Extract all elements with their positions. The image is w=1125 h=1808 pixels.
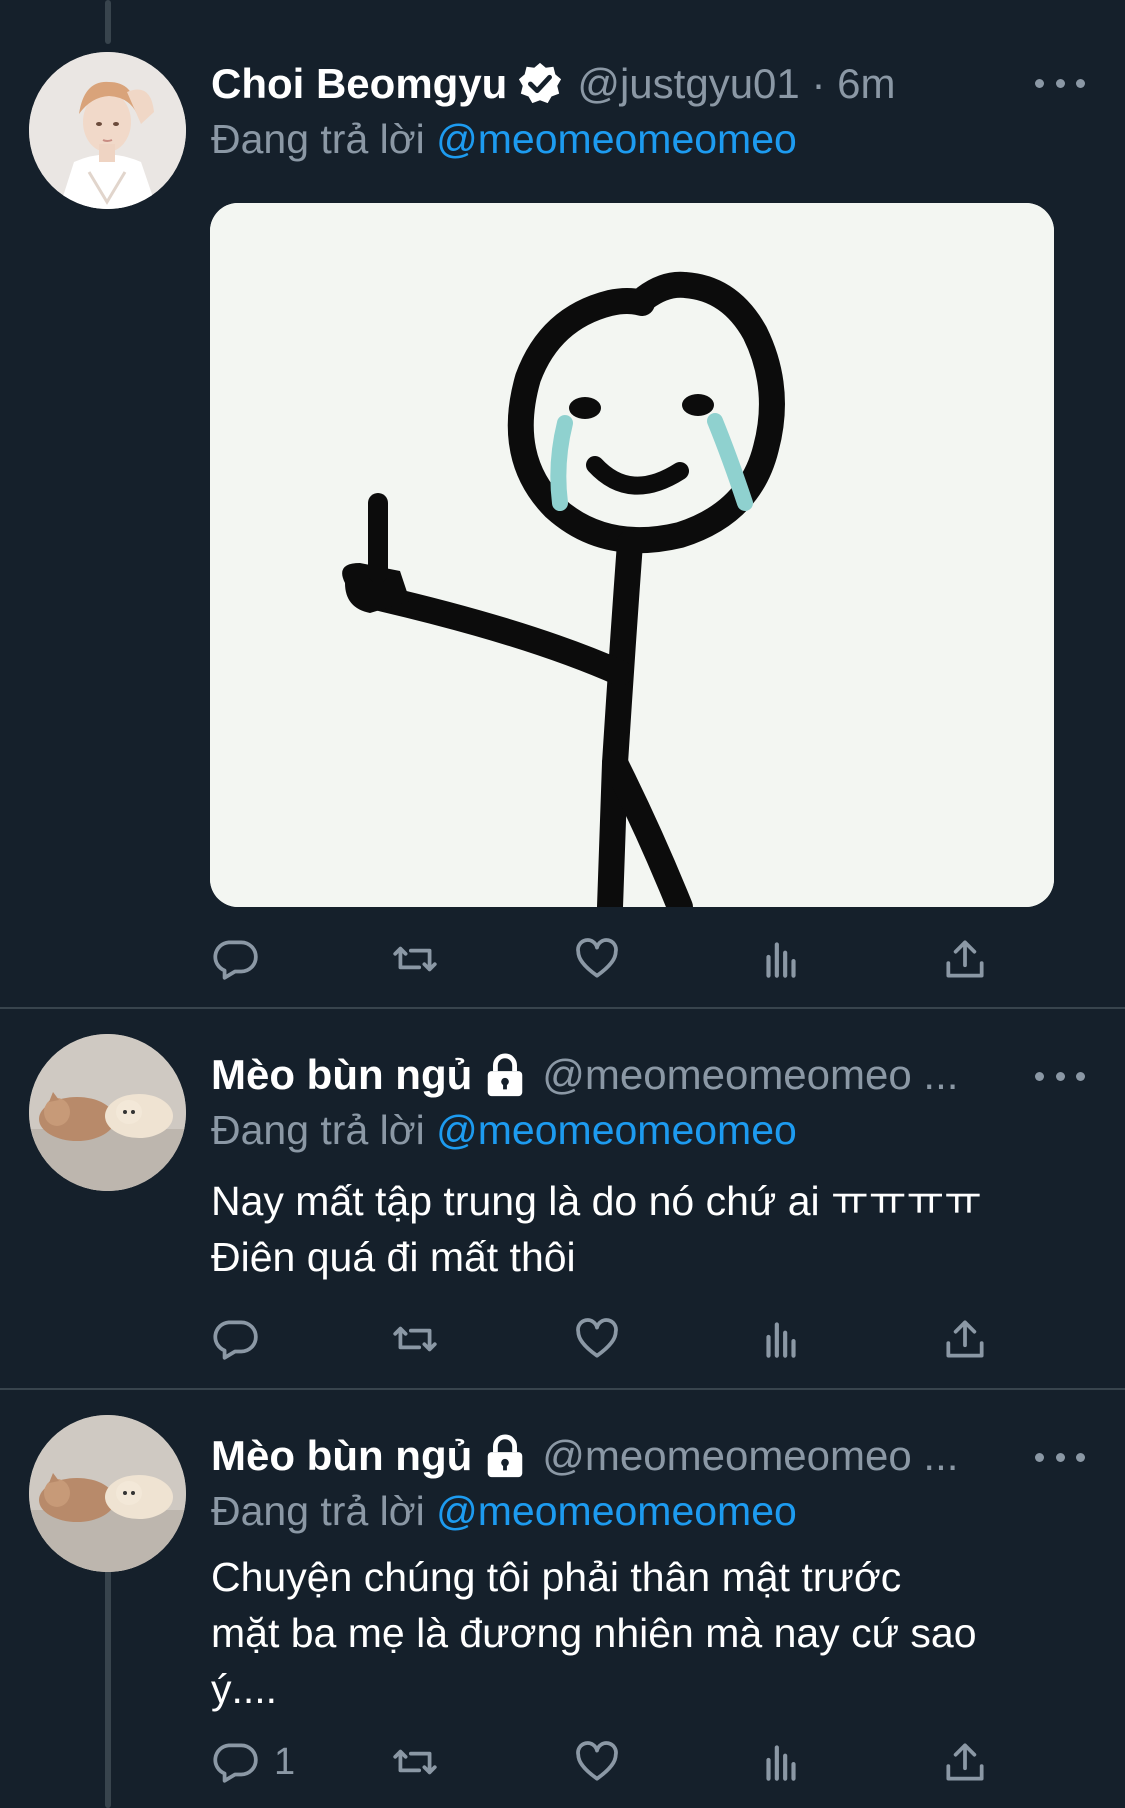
more-icon[interactable] xyxy=(1035,1442,1085,1472)
avatar[interactable] xyxy=(29,1415,186,1572)
views-button[interactable] xyxy=(756,929,806,989)
reply-prefix: Đang trả lời xyxy=(211,1488,425,1534)
retweet-button[interactable] xyxy=(390,929,440,989)
like-icon xyxy=(576,1318,618,1358)
tweet-text: Nay mất tập trung là do nó chứ ai ㅠㅠㅠㅠ Đ… xyxy=(211,1173,1091,1285)
retweet-button[interactable] xyxy=(390,1732,440,1792)
tweet-text-line: mặt ba mẹ là đương nhiên mà nay cứ sao xyxy=(211,1610,977,1656)
avatar-image xyxy=(29,52,186,209)
reply-icon xyxy=(213,1743,258,1783)
share-icon xyxy=(946,1320,984,1358)
handle[interactable]: @justgyu01 · 6m xyxy=(577,60,895,108)
avatar[interactable] xyxy=(29,52,186,209)
reply-icon xyxy=(213,1320,258,1360)
reply-button[interactable] xyxy=(210,1309,274,1369)
avatar-image xyxy=(29,1034,186,1191)
reply-mention[interactable]: @meomeomeomeo xyxy=(436,116,797,162)
views-icon xyxy=(766,1322,796,1358)
tweet-text-line: Điên quá đi mất thôi xyxy=(211,1234,576,1280)
like-button[interactable] xyxy=(572,1309,622,1369)
share-button[interactable] xyxy=(940,1309,990,1369)
like-icon xyxy=(576,1741,618,1781)
retweet-icon xyxy=(393,946,437,972)
reply-prefix: Đang trả lời xyxy=(211,116,425,162)
reply-prefix: Đang trả lời xyxy=(211,1107,425,1153)
handle[interactable]: @meomeomeomeo ... xyxy=(542,1432,958,1480)
display-name[interactable]: Choi Beomgyu xyxy=(211,60,507,108)
share-icon xyxy=(946,940,984,978)
more-icon[interactable] xyxy=(1035,68,1085,98)
views-button[interactable] xyxy=(756,1732,806,1792)
avatar[interactable] xyxy=(29,1034,186,1191)
tweet-header: Choi Beomgyu @justgyu01 · 6m xyxy=(211,54,1105,114)
more-icon[interactable] xyxy=(1035,1061,1085,1091)
display-name[interactable]: Mèo bùn ngủ xyxy=(211,1051,472,1099)
share-button[interactable] xyxy=(940,1732,990,1792)
handle[interactable]: @meomeomeomeo ... xyxy=(542,1051,958,1099)
verified-badge-icon xyxy=(517,61,563,107)
reply-context: Đang trả lời @meomeomeomeo xyxy=(211,1488,797,1535)
stick-figure-image xyxy=(210,203,1054,907)
reply-mention[interactable]: @meomeomeomeo xyxy=(436,1488,797,1534)
tweet-text-line: Nay mất tập trung là do nó chứ ai ㅠㅠㅠㅠ xyxy=(211,1178,982,1224)
share-icon xyxy=(946,1743,984,1781)
retweet-icon xyxy=(393,1326,437,1352)
reply-button[interactable] xyxy=(210,929,274,989)
reply-count: 1 xyxy=(274,1740,296,1783)
views-icon xyxy=(766,1745,796,1781)
tweet-header: Mèo bùn ngủ @meomeomeomeo ... xyxy=(211,1045,1105,1105)
like-button[interactable] xyxy=(572,1732,622,1792)
tweet-text-line: Chuyện chúng tôi phải thân mật trước xyxy=(211,1554,902,1600)
tweet-actions xyxy=(200,1309,1020,1369)
lock-icon xyxy=(482,1052,528,1098)
reply-context: Đang trả lời @meomeomeomeo xyxy=(211,1107,797,1154)
tweet-1[interactable]: Choi Beomgyu @justgyu01 · 6m Đang trả lờ… xyxy=(0,0,1125,1007)
tweet-3[interactable]: Mèo bùn ngủ @meomeomeomeo ... Đang trả l… xyxy=(0,1390,1125,1808)
display-name[interactable]: Mèo bùn ngủ xyxy=(211,1432,472,1480)
avatar-image xyxy=(29,1415,186,1572)
retweet-button[interactable] xyxy=(390,1309,440,1369)
tweet-text-line: ý.... xyxy=(211,1666,278,1712)
views-icon xyxy=(766,942,796,978)
reply-icon xyxy=(213,940,258,980)
tweet-header: Mèo bùn ngủ @meomeomeomeo ... xyxy=(211,1426,1105,1486)
tweet-2[interactable]: Mèo bùn ngủ @meomeomeomeo ... Đang trả l… xyxy=(0,1009,1125,1388)
tweet-media[interactable] xyxy=(210,203,1054,907)
like-button[interactable] xyxy=(572,929,622,989)
reply-button[interactable]: 1 xyxy=(210,1732,295,1792)
tweet-actions: 1 xyxy=(200,1732,1020,1792)
reply-mention[interactable]: @meomeomeomeo xyxy=(436,1107,797,1153)
views-button[interactable] xyxy=(756,1309,806,1369)
like-icon xyxy=(576,938,618,978)
retweet-icon xyxy=(393,1749,437,1775)
share-button[interactable] xyxy=(940,929,990,989)
reply-context: Đang trả lời @meomeomeomeo xyxy=(211,116,797,163)
lock-icon xyxy=(482,1433,528,1479)
tweet-text: Chuyện chúng tôi phải thân mật trước mặt… xyxy=(211,1549,1091,1717)
tweet-actions xyxy=(200,929,1020,989)
